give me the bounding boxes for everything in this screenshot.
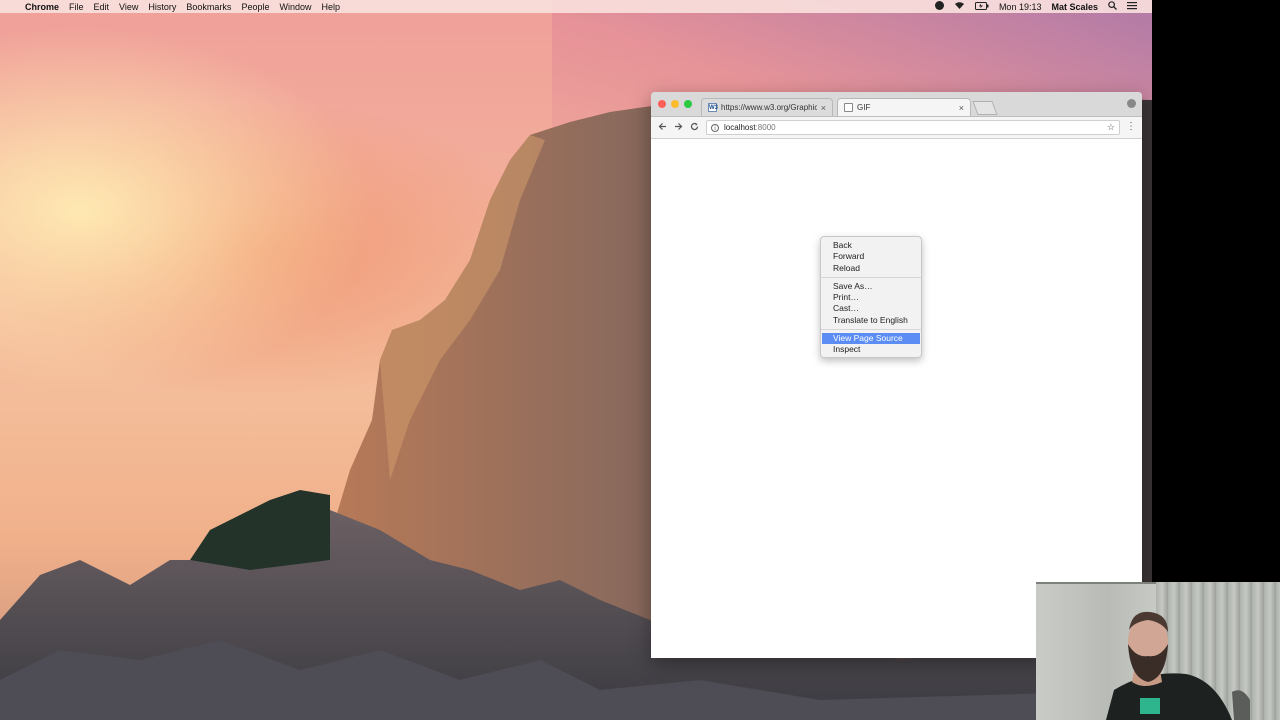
webcam-overlay [1036,582,1280,720]
menu-item-back[interactable]: Back [821,240,921,251]
new-tab-button[interactable] [972,101,998,115]
spotlight-search-icon[interactable] [1103,1,1122,12]
wifi-icon[interactable] [949,1,970,12]
menu-item-inspect[interactable]: Inspect [821,344,921,355]
browser-window: W3 https://www.w3.org/Graphics × GIF × i… [651,92,1142,658]
battery-icon[interactable] [970,1,994,12]
profile-icon[interactable] [1127,99,1136,108]
app-menu[interactable]: Chrome [20,2,64,12]
tab-gif[interactable]: GIF × [837,98,971,116]
address-bar[interactable]: i localhost:8000 ☆ [706,120,1120,135]
back-arrow-icon[interactable] [654,122,670,134]
record-status-icon[interactable] [930,1,949,12]
menu-file[interactable]: File [64,2,89,12]
reload-icon[interactable] [686,122,702,134]
menu-item-reload[interactable]: Reload [821,263,921,274]
chrome-menu-icon[interactable]: ⋮ [1126,121,1136,132]
w3c-favicon-icon: W3 [708,103,718,112]
info-icon[interactable]: i [711,123,719,132]
menu-item-print[interactable]: Print… [821,292,921,303]
tab-title: GIF [857,103,871,112]
menu-people[interactable]: People [236,2,274,12]
menu-history[interactable]: History [143,2,181,12]
context-menu: Back Forward Reload Save As… Print… Cast… [820,236,922,358]
clock[interactable]: Mon 19:13 [994,2,1047,12]
menu-help[interactable]: Help [316,2,345,12]
url-port: :8000 [755,123,776,132]
menu-view[interactable]: View [114,2,143,12]
url-host: localhost [724,123,756,132]
menu-item-save-as[interactable]: Save As… [821,281,921,292]
menu-window[interactable]: Window [274,2,316,12]
menu-bookmarks[interactable]: Bookmarks [181,2,236,12]
menu-edit[interactable]: Edit [89,2,115,12]
notification-center-icon[interactable] [1122,1,1142,12]
menu-separator [821,276,921,278]
menu-item-forward[interactable]: Forward [821,251,921,262]
tab-strip: W3 https://www.w3.org/Graphics × GIF × [651,92,1142,117]
menu-item-translate[interactable]: Translate to English [821,315,921,326]
document-icon [844,103,853,112]
browser-toolbar: i localhost:8000 ☆ ⋮ [651,117,1142,139]
close-tab-icon[interactable]: × [821,103,826,113]
menu-separator [821,329,921,331]
close-window-button[interactable] [658,100,666,108]
forward-arrow-icon[interactable] [670,122,686,134]
mac-menu-bar: Chrome File Edit View History Bookmarks … [0,0,1152,13]
menu-item-view-page-source[interactable]: View Page Source [822,333,920,345]
minimize-window-button[interactable] [671,100,679,108]
status-area: Mon 19:13 Mat Scales [930,1,1152,12]
menu-item-cast[interactable]: Cast… [821,303,921,314]
user-name[interactable]: Mat Scales [1046,2,1103,12]
tab-w3-graphics[interactable]: W3 https://www.w3.org/Graphics × [701,98,833,116]
zoom-window-button[interactable] [684,100,692,108]
bookmark-star-icon[interactable]: ☆ [1107,122,1115,133]
tab-title: https://www.w3.org/Graphics [721,103,817,112]
page-viewport[interactable] [651,139,1142,658]
close-tab-icon[interactable]: × [959,103,964,113]
presenter-figure [1106,611,1250,720]
